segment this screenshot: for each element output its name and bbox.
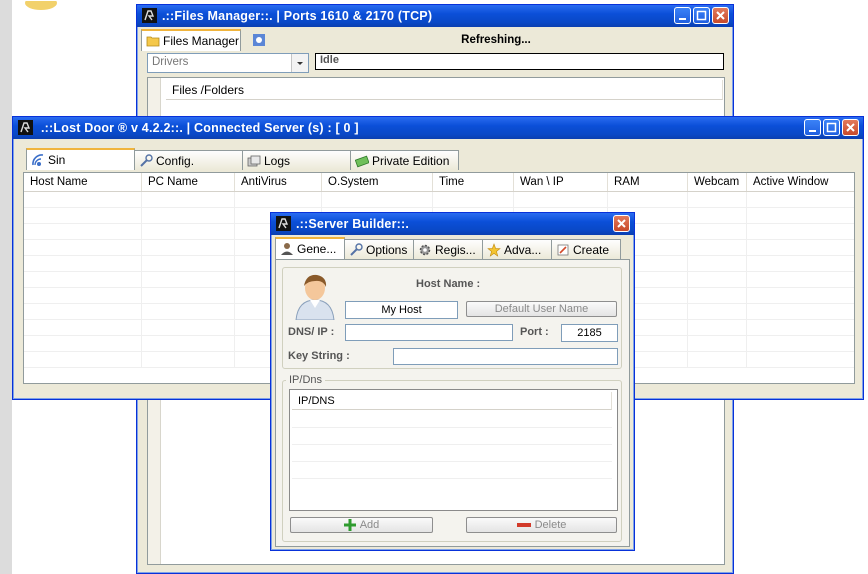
port-label: Port : (520, 326, 549, 338)
wrench-icon (350, 242, 363, 256)
tab-options[interactable]: Options (344, 239, 414, 259)
column-pc-name[interactable]: PC Name (142, 173, 235, 191)
column-active-window[interactable]: Active Window (747, 173, 854, 191)
column-ram[interactable]: RAM (608, 173, 688, 191)
drive-selector-value: Drivers (152, 56, 189, 68)
window-title: .::Server Builder::. (296, 217, 410, 231)
port-input[interactable]: 2185 (561, 324, 618, 342)
column-host-name[interactable]: Host Name (24, 173, 142, 191)
connections-header: Host Name PC Name AntiVirus O.System Tim… (24, 173, 854, 192)
refresh-icon (253, 34, 265, 46)
tab-label: Sin (48, 153, 66, 167)
column-ip-dns[interactable]: IP/DNS (292, 392, 612, 410)
ip-dns-list[interactable]: IP/DNS (289, 389, 618, 511)
close-button[interactable] (712, 7, 729, 24)
list-item (292, 478, 612, 479)
close-button[interactable] (613, 215, 630, 232)
tab-logs[interactable]: Logs (242, 150, 351, 170)
tab-advanced[interactable]: Adva... (482, 239, 552, 259)
host-name-value: My Host (381, 304, 422, 316)
tab-create[interactable]: Create (551, 239, 621, 259)
column-header-files-folders[interactable]: Files /Folders (166, 80, 723, 100)
money-icon (355, 155, 369, 167)
tab-private-edition[interactable]: Private Edition (350, 150, 459, 170)
column-wan-ip[interactable]: Wan \ IP (514, 173, 608, 191)
key-string-label: Key String : (288, 350, 350, 362)
minimize-button[interactable] (804, 119, 821, 136)
path-field[interactable]: Idle (315, 53, 724, 70)
column-time[interactable]: Time (433, 173, 514, 191)
logs-icon (247, 155, 261, 166)
tab-config[interactable]: Config. (134, 150, 243, 170)
default-user-name-button[interactable]: Default User Name (466, 301, 617, 317)
tab-label: Options (366, 242, 408, 257)
app-logo-icon (18, 120, 33, 135)
close-button[interactable] (842, 119, 859, 136)
list-item (292, 427, 612, 428)
dns-ip-label: DNS/ IP : (288, 326, 335, 338)
main-titlebar[interactable]: .::Lost Door ® v 4.2.2::. | Connected Se… (13, 117, 863, 139)
path-value: Idle (320, 54, 339, 66)
server-builder-titlebar[interactable]: .::Server Builder::. (271, 213, 634, 235)
chevron-down-icon[interactable] (291, 54, 308, 72)
button-label: Add (359, 519, 380, 531)
gear-icon (419, 244, 431, 255)
server-builder-window: .::Server Builder::. Gene... Options Reg… (270, 212, 635, 551)
ip-dns-group-title: IP/Dns (286, 374, 326, 386)
minimize-button[interactable] (674, 7, 691, 24)
list-item (292, 461, 612, 462)
column-os[interactable]: O.System (322, 173, 433, 191)
files-manager-titlebar[interactable]: .::Files Manager::. | Ports 1610 & 2170 … (137, 5, 733, 27)
star-icon (487, 242, 501, 257)
tab-sin[interactable]: Sin (26, 148, 135, 170)
status-text: Refreshing... (461, 34, 531, 46)
window-title: .::Lost Door ® v 4.2.2::. | Connected Se… (41, 121, 359, 135)
tab-general[interactable]: Gene... (275, 237, 345, 259)
maximize-button[interactable] (823, 119, 840, 136)
tab-registry[interactable]: Regis... (413, 239, 483, 259)
refresh-status-bar: Refreshing... (250, 31, 726, 49)
port-value: 2185 (577, 327, 602, 339)
button-label: Default User Name (494, 303, 589, 315)
host-name-input[interactable]: My Host (345, 301, 458, 319)
tab-label: Regis... (435, 242, 476, 257)
desktop-edge (0, 0, 12, 574)
folder-icon (146, 36, 160, 47)
window-title: .::Files Manager::. | Ports 1610 & 2170 … (162, 9, 433, 23)
key-string-input[interactable] (393, 348, 618, 365)
drive-selector[interactable]: Drivers (147, 53, 309, 73)
user-icon (281, 243, 293, 255)
app-logo-icon (142, 8, 157, 23)
maximize-button[interactable] (693, 7, 710, 24)
plus-icon (343, 519, 356, 531)
tab-label: Gene... (297, 242, 337, 256)
dns-ip-input[interactable] (345, 324, 513, 341)
add-button[interactable]: Add (290, 517, 433, 533)
desktop-folder-icon[interactable] (22, 0, 60, 10)
app-logo-icon (276, 216, 291, 231)
avatar (295, 274, 335, 320)
tab-label: Private Edition (372, 153, 450, 168)
general-panel: Host Name : My Host Default User Name DN… (275, 259, 630, 547)
create-icon (557, 244, 569, 255)
minus-icon (516, 523, 531, 527)
tab-label: Files Manager (163, 34, 240, 48)
list-item (292, 444, 612, 445)
column-antivirus[interactable]: AntiVirus (235, 173, 322, 191)
tab-label: Create (573, 242, 610, 257)
button-label: Delete (534, 519, 567, 531)
tab-label: Adva... (504, 242, 542, 257)
satellite-icon (32, 154, 44, 166)
column-webcam[interactable]: Webcam (688, 173, 747, 191)
table-row (24, 192, 854, 208)
tab-files-manager[interactable]: Files Manager (141, 29, 241, 51)
tab-label: Logs (264, 153, 291, 168)
tab-label: Config. (156, 153, 195, 168)
wrench-icon (140, 153, 153, 167)
host-name-label: Host Name : (416, 278, 481, 290)
delete-button[interactable]: Delete (466, 517, 617, 533)
